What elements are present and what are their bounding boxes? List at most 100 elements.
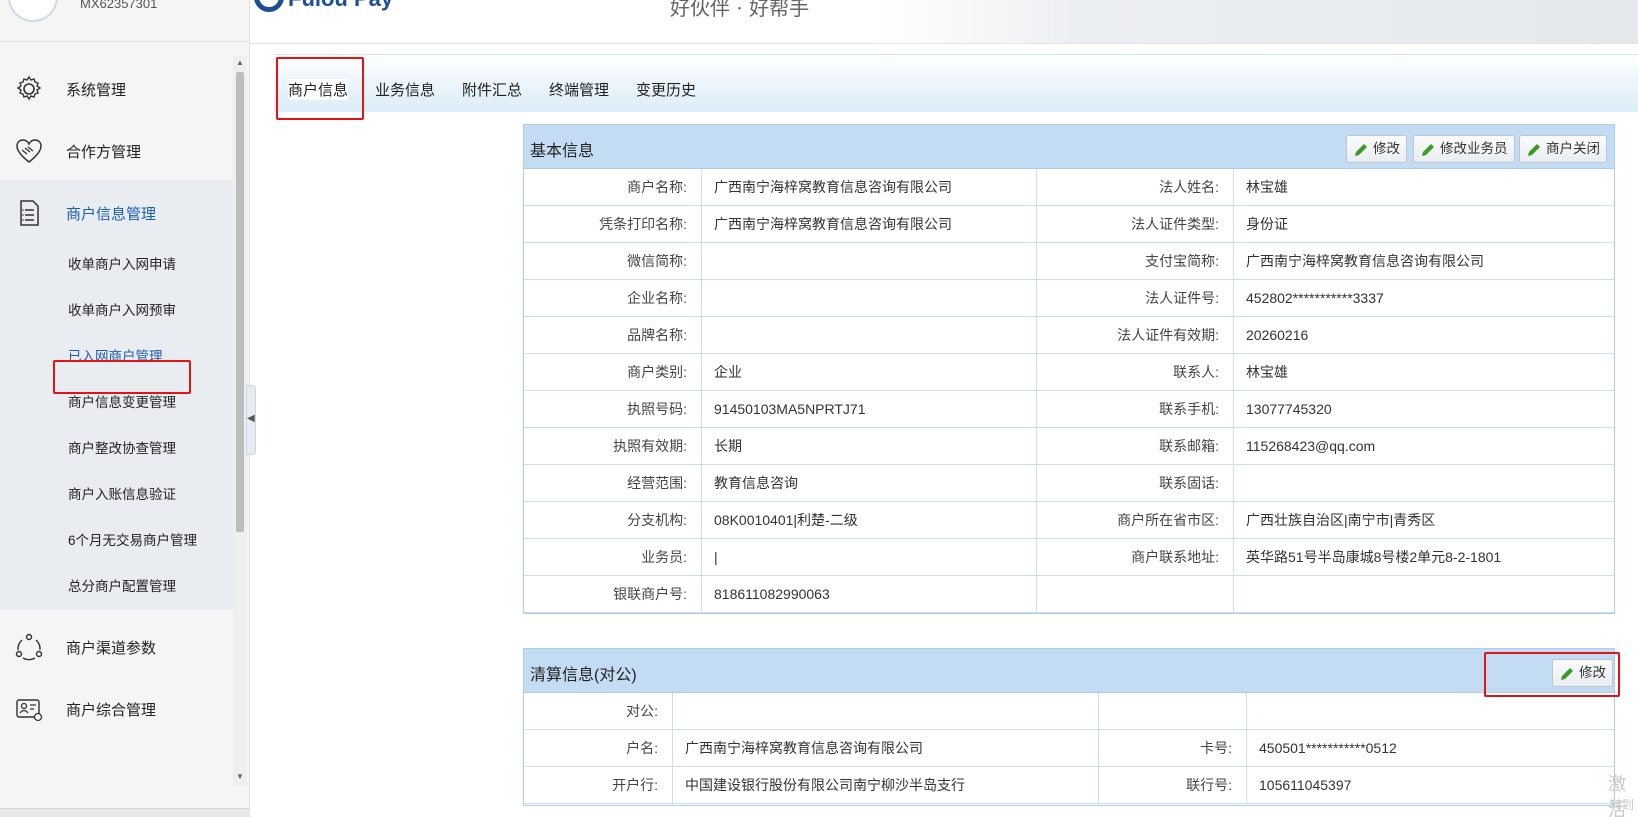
sub-item-apply[interactable]: 收单商户入网申请 [0,242,233,288]
field-label: 经营范围: [524,465,702,502]
field-value: 13077745320 [1246,401,1332,417]
field-label [1099,693,1247,730]
slogan: 好伙伴 · 好帮手 [670,0,810,20]
close-merchant-button[interactable]: 商户关闭 [1519,135,1607,163]
tab-merchant-info[interactable]: 商户信息 [288,79,349,100]
sidebar-bottom-bar [0,808,250,817]
field-value: 林宝雄 [1246,364,1288,380]
field-label: 联系邮箱: [1037,428,1234,465]
field-label: 法人证件有效期: [1037,317,1234,354]
field-label: 执照号码: [524,391,702,428]
field-label: 商户所在省市区: [1037,502,1234,539]
scroll-up-icon[interactable]: ▲ [236,58,244,67]
pencil-icon [1355,144,1367,156]
pencil-icon [1528,144,1540,156]
field-label: 凭条打印名称: [524,206,702,243]
field-value: 450501***********0512 [1259,740,1397,756]
field-value: 91450103MA5NPRTJ71 [702,391,1037,428]
field-label: 业务员: [524,539,702,576]
field-value: | [702,539,1037,576]
table-row: 执照有效期: 长期 联系邮箱: 115268423@qq.com [524,428,1614,465]
network-icon [15,633,43,661]
field-label: 银联商户号: [524,576,702,613]
field-value: 中国建设银行股份有限公司南宁柳沙半岛支行 [673,767,1099,804]
sub-item-hq-branch[interactable]: 总分商户配置管理 [0,564,233,610]
logo: Fuiou Pay [288,0,393,12]
handshake-icon [16,139,42,163]
settlement-edit-button[interactable]: 修改 [1552,659,1613,687]
tab-attachments[interactable]: 附件汇总 [462,79,522,100]
table-row: 执照号码: 91450103MA5NPRTJ71 联系手机: 13077745320 [524,391,1614,428]
sidebar-scrollbar[interactable]: ▲ ▼ [233,56,247,786]
table-row: 商户名称: 广西南宁海梓窝教育信息咨询有限公司 法人姓名: 林宝雄 [524,169,1614,206]
sidebar-item-label: 商户信息管理 [66,205,157,223]
scroll-down-icon[interactable]: ▼ [236,772,244,781]
avatar[interactable] [8,0,58,22]
sub-item-rectify[interactable]: 商户整改协查管理 [0,426,233,472]
sidebar-item-channel-params[interactable]: 商户渠道参数 [0,614,233,680]
field-label: 法人姓名: [1037,169,1234,206]
table-row: 户名: 广西南宁海梓窝教育信息咨询有限公司 卡号: 450501***********… [524,730,1614,767]
field-label: 法人证件类型: [1037,206,1234,243]
close-merchant-button-label: 商户关闭 [1546,141,1600,156]
header: Fuiou Pay 好伙伴 · 好帮手 [250,0,1638,44]
field-label: 对公: [524,693,673,730]
tab-business-info[interactable]: 业务信息 [375,79,435,100]
field-value [702,243,1037,280]
tab-bar: 商户信息 业务信息 附件汇总 终端管理 变更历史 [274,54,1638,112]
field-value: 广西壮族自治区|南宁市|青秀区 [1246,512,1436,528]
settlement-edit-button-label: 修改 [1579,665,1606,680]
field-label: 商户类别: [524,354,702,391]
sidebar-item-comprehensive[interactable]: 商户综合管理 [0,676,233,742]
field-value: 身份证 [1246,216,1288,232]
edit-salesman-button[interactable]: 修改业务员 [1413,135,1515,163]
field-label: 商户联系地址: [1037,539,1234,576]
tab-change-history[interactable]: 变更历史 [636,79,696,100]
document-icon [20,200,39,226]
sidebar: MX62357301 系统管理 合作方管理 商户信息管理 收单商户入网申请 收单… [0,0,250,817]
edit-salesman-button-label: 修改业务员 [1440,141,1508,156]
sidebar-item-label: 系统管理 [66,81,127,99]
table-row: 商户类别: 企业 联系人: 林宝雄 [524,354,1614,391]
edit-button-label: 修改 [1373,141,1400,156]
field-value: 林宝雄 [1246,179,1288,195]
field-value: 20260216 [1246,327,1309,343]
field-value [673,693,1099,730]
sub-item-verify[interactable]: 商户入账信息验证 [0,472,233,518]
field-value: 英华路51号半岛康城8号楼2单元8-2-1801 [1246,549,1502,565]
field-value: 教育信息咨询 [702,465,1037,502]
sidebar-collapse-handle[interactable]: ◀ [246,385,256,455]
sub-item-change[interactable]: 商户信息变更管理 [0,380,233,426]
field-value: 115268423@qq.com [1246,438,1376,454]
sub-item-inactive[interactable]: 6个月无交易商户管理 [0,518,233,564]
field-label: 支付宝简称: [1037,243,1234,280]
field-value: 广西南宁海梓窝教育信息咨询有限公司 [702,206,1037,243]
id-card-settings-icon [16,699,43,722]
field-label: 执照有效期: [524,428,702,465]
sub-item-onboarded[interactable]: 已入网商户管理 [0,334,233,380]
field-value: 长期 [702,428,1037,465]
table-row: 企业名称: 法人证件号: 452802***********3337 [524,280,1614,317]
sub-item-preaudit[interactable]: 收单商户入网预审 [0,288,233,334]
settlement-info-panel: 清算信息(对公) 修改 对公: 户名: 广西南宁海梓窝教育信息咨询有限公司 卡号: 45… [523,648,1615,806]
field-label: 企业名称: [524,280,702,317]
edit-button[interactable]: 修改 [1346,135,1407,163]
user-block: MX62357301 [0,0,250,42]
sidebar-menu: 系统管理 合作方管理 商户信息管理 收单商户入网申请 收单商户入网预审 已入网商… [0,56,233,816]
sidebar-item-merchant-info[interactable]: 商户信息管理 [0,180,233,246]
field-label: 品牌名称: [524,317,702,354]
sidebar-item-partner[interactable]: 合作方管理 [0,118,233,184]
table-row: 微信简称: 支付宝简称: 广西南宁海梓窝教育信息咨询有限公司 [524,243,1614,280]
field-value [702,280,1037,317]
watermark-sub: 转到 [1610,798,1635,812]
user-id: MX62357301 [80,0,158,11]
table-row: 分支机构: 08K0010401|利楚-二级 商户所在省市区: 广西壮族自治区|南宁市… [524,502,1614,539]
logo-mark-icon [254,0,284,12]
field-value [1234,576,1614,613]
pencil-icon [1422,144,1434,156]
scroll-thumb[interactable] [236,72,244,532]
tab-terminals[interactable]: 终端管理 [549,79,609,100]
field-value: 广西南宁海梓窝教育信息咨询有限公司 [702,169,1037,206]
field-value: 452802***********3337 [1246,290,1384,306]
sidebar-item-system[interactable]: 系统管理 [0,56,233,122]
